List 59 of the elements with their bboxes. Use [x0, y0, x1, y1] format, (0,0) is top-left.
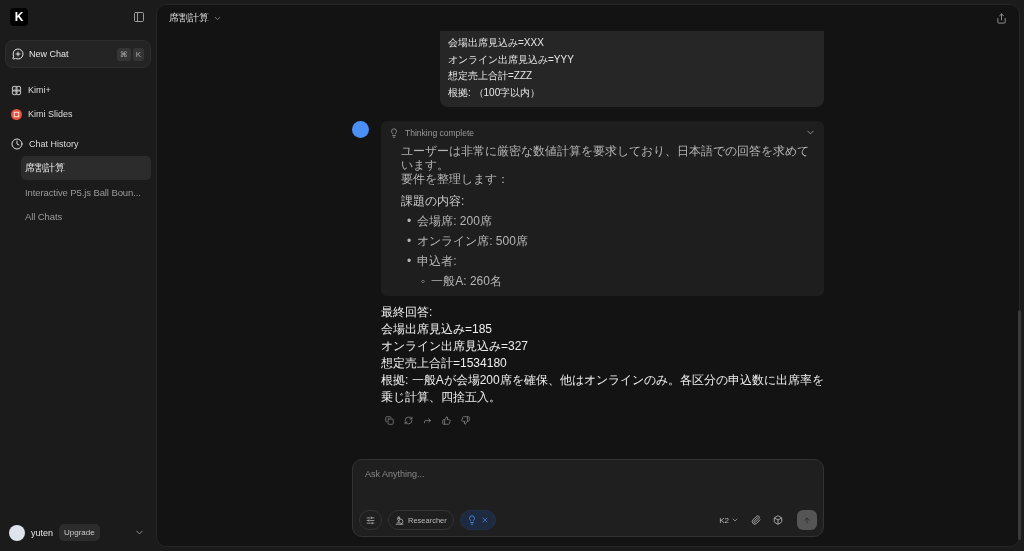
recent-chat-item[interactable]: All Chats [21, 204, 151, 228]
answer-line: 想定売上合計=1534180 [381, 355, 508, 372]
chat-plus-icon [12, 48, 24, 60]
paperclip-icon[interactable] [751, 515, 761, 525]
nav-item[interactable]: Kimi Slides [5, 102, 151, 126]
refresh-icon[interactable] [404, 416, 413, 425]
copy-icon[interactable] [385, 416, 394, 425]
message-input[interactable]: Ask Anything... [363, 468, 817, 480]
send-button[interactable] [797, 510, 817, 530]
bullet-marker: • [407, 214, 412, 228]
lightbulb-icon [466, 515, 477, 525]
assistant-avatar [352, 121, 369, 138]
thinking-heading: 課題の内容: [401, 194, 466, 208]
nav-item[interactable]: Chat History [5, 132, 151, 156]
slides-icon [11, 108, 22, 120]
microscope-icon [395, 515, 404, 525]
lightbulb-icon [389, 127, 399, 138]
shortcut-key: K [132, 47, 144, 61]
recent-chat-item[interactable]: 席割計算 [21, 156, 151, 180]
avatar[interactable] [9, 524, 25, 541]
bullet-text: 申込者: [417, 254, 457, 268]
chat-title[interactable]: 席割計算 [169, 11, 209, 25]
knot-icon [11, 84, 22, 96]
sidebar-toggle-icon[interactable] [133, 11, 145, 23]
answer-line: オンライン出席見込み=327 [381, 338, 530, 355]
nav-item[interactable]: Kimi+ [5, 78, 151, 102]
bullet-marker: ◦ [421, 274, 426, 288]
message-line: 想定売上合計=ZZZ [448, 69, 534, 83]
thinking-toggle[interactable] [459, 510, 496, 530]
user-name: yuten [31, 527, 54, 538]
share-icon[interactable] [423, 416, 432, 425]
new-chat-button[interactable]: New Chat ⌘ K [5, 40, 151, 68]
close-icon[interactable] [480, 516, 489, 524]
upgrade-button[interactable]: Upgrade [59, 524, 100, 541]
recent-chat-item[interactable]: Interactive P5.js Ball Boun... [21, 180, 151, 204]
thumbs-down-icon[interactable] [461, 416, 470, 425]
shortcut-key: ⌘ [116, 47, 131, 61]
message-line: オンライン出席見込み=YYY [448, 52, 575, 67]
bullet-text: オンライン席: 500席 [417, 234, 528, 248]
answer-line: 根拠: 一般Aが会場200席を確保、他はオンラインのみ。各区分の申込数に出席率を乗じ計算、四捨五入。 [381, 372, 824, 406]
thinking-text: ユーザーは非常に厳密な数値計算を要求しており、日本語での回答を求めています。 [401, 144, 810, 172]
sliders-icon [366, 515, 375, 525]
answer-line: 会場出席見込み=185 [381, 321, 494, 338]
model-selector[interactable]: K2 [713, 514, 745, 526]
chevron-down-icon [731, 516, 739, 524]
message-line: 会場出席見込み=XXX [448, 36, 545, 50]
thinking-text: 要件を整理します： [401, 172, 510, 186]
clock-icon [11, 138, 23, 150]
share-icon[interactable] [996, 12, 1007, 24]
message-line: 根拠: （100字以内） [448, 85, 542, 100]
logo[interactable]: K [10, 8, 28, 26]
bullet-text: 一般A: 260名 [431, 274, 502, 288]
thinking-title: Thinking complete [405, 127, 474, 138]
bullet-marker: • [407, 254, 412, 268]
answer-line: 最終回答: [381, 304, 434, 321]
box-icon[interactable] [773, 515, 783, 525]
bullet-marker: • [407, 234, 412, 248]
bullet-text: 会場席: 200席 [417, 214, 492, 228]
thumbs-up-icon[interactable] [442, 416, 451, 425]
